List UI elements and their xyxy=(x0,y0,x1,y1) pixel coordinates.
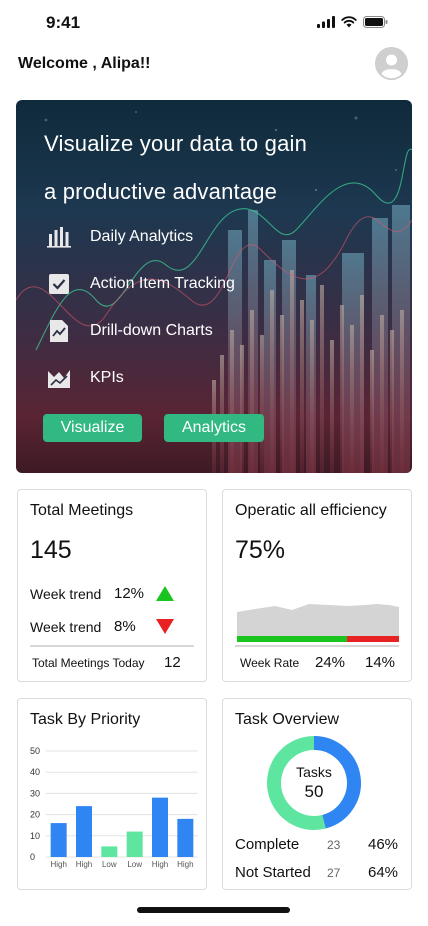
x-tick-label: Low xyxy=(102,860,117,869)
feature-daily-analytics: Daily Analytics xyxy=(46,224,193,250)
status-icons xyxy=(317,16,388,28)
total-meetings-value: 145 xyxy=(30,536,72,564)
card-title: Operatic all efficiency xyxy=(235,502,387,519)
meetings-today-label: Total Meetings Today xyxy=(32,656,145,670)
complete-percent: 46% xyxy=(368,836,399,853)
home-indicator[interactable] xyxy=(137,907,290,913)
y-tick-label: 50 xyxy=(30,746,40,756)
efficiency-rate-bar xyxy=(237,636,399,642)
trend-value: 8% xyxy=(114,618,136,635)
x-tick-label: High xyxy=(76,860,92,869)
total-meetings-card[interactable]: Total Meetings 145 Week trend 12% Week t… xyxy=(17,489,207,682)
arrow-up-icon xyxy=(156,586,174,601)
complete-count: 23 xyxy=(327,838,341,852)
week-trend-down-row: Week trend 8% xyxy=(30,618,174,635)
bar-chart-icon xyxy=(46,224,72,250)
battery-icon xyxy=(363,16,388,28)
status-bar: 9:41 xyxy=(0,0,428,46)
task-by-priority-card[interactable]: Task By Priority 0 10 20 30 40 50 High High Low L… xyxy=(17,698,207,890)
bar[interactable] xyxy=(126,831,143,857)
hero-title-line2: a productive advantage xyxy=(44,179,278,204)
efficiency-area-sparkline xyxy=(237,604,399,636)
trend-value: 12% xyxy=(114,585,145,602)
feature-drill-down-charts: Drill-down Charts xyxy=(46,318,213,344)
feature-label: Action Item Tracking xyxy=(90,275,235,292)
task-overview-card[interactable]: Task Overview Tasks 50 Complete 23 46% N… xyxy=(222,698,412,890)
efficiency-value: 75% xyxy=(235,536,286,564)
feature-kpis: KPIs xyxy=(46,365,124,391)
y-tick-label: 0 xyxy=(30,852,35,862)
bar[interactable] xyxy=(101,846,118,857)
divider xyxy=(30,645,194,647)
x-tick-label: High xyxy=(50,860,66,869)
analytics-button[interactable]: Analytics xyxy=(164,414,264,442)
green-rate-segment xyxy=(237,636,348,642)
task-priority-bar-chart: 0 10 20 30 40 50 High High Low Low High High xyxy=(30,746,198,869)
status-time: 9:41 xyxy=(46,13,81,32)
trend-label: Week trend xyxy=(30,585,102,602)
bar[interactable] xyxy=(152,797,168,857)
x-tick-label: High xyxy=(177,860,193,869)
chart-document-icon xyxy=(46,318,72,344)
kpi-area-icon xyxy=(46,365,72,391)
feature-label: Drill-down Charts xyxy=(90,322,213,339)
bar[interactable] xyxy=(177,818,194,857)
donut-center-label: Tasks xyxy=(296,764,332,780)
card-title: Task Overview xyxy=(235,711,340,728)
card-title: Total Meetings xyxy=(30,502,134,519)
efficiency-card[interactable]: Operatic all efficiency 75% Week Rate 24… xyxy=(222,489,412,682)
cellular-signal-icon xyxy=(317,16,335,28)
card-title: Task By Priority xyxy=(30,711,141,728)
avatar[interactable] xyxy=(375,47,408,80)
y-tick-label: 30 xyxy=(30,788,40,798)
x-tick-label: High xyxy=(152,860,168,869)
user-avatar-icon xyxy=(375,47,408,80)
hero-banner: Visualize your data to gain a productive… xyxy=(16,100,412,473)
hero-title-line1: Visualize your data to gain xyxy=(44,131,308,156)
y-tick-label: 20 xyxy=(30,810,40,820)
bar[interactable] xyxy=(76,806,92,857)
trend-label: Week trend xyxy=(30,618,102,635)
feature-label: KPIs xyxy=(90,369,124,386)
divider xyxy=(235,645,399,647)
donut-center-value: 50 xyxy=(304,782,324,801)
red-rate-value: 14% xyxy=(365,654,396,671)
meetings-today-value: 12 xyxy=(164,654,181,671)
y-tick-label: 10 xyxy=(30,831,40,841)
arrow-down-icon xyxy=(156,619,174,634)
bar[interactable] xyxy=(50,823,67,857)
not-started-percent: 64% xyxy=(368,864,399,881)
week-rate-label: Week Rate xyxy=(240,656,300,670)
not-started-count: 27 xyxy=(327,866,341,880)
visualize-button[interactable]: Visualize xyxy=(43,414,142,442)
checkbox-icon xyxy=(46,271,72,297)
not-started-label: Not Started xyxy=(235,864,311,881)
wifi-icon xyxy=(341,16,357,28)
complete-label: Complete xyxy=(235,836,300,853)
welcome-greeting: Welcome , Alipa!! xyxy=(18,55,151,72)
y-tick-label: 40 xyxy=(30,767,40,777)
feature-action-item-tracking: Action Item Tracking xyxy=(46,271,235,297)
feature-label: Daily Analytics xyxy=(90,228,194,245)
red-rate-segment xyxy=(347,636,399,642)
green-rate-value: 24% xyxy=(315,654,346,671)
x-tick-label: Low xyxy=(127,860,142,869)
week-trend-up-row: Week trend 12% xyxy=(30,585,174,602)
